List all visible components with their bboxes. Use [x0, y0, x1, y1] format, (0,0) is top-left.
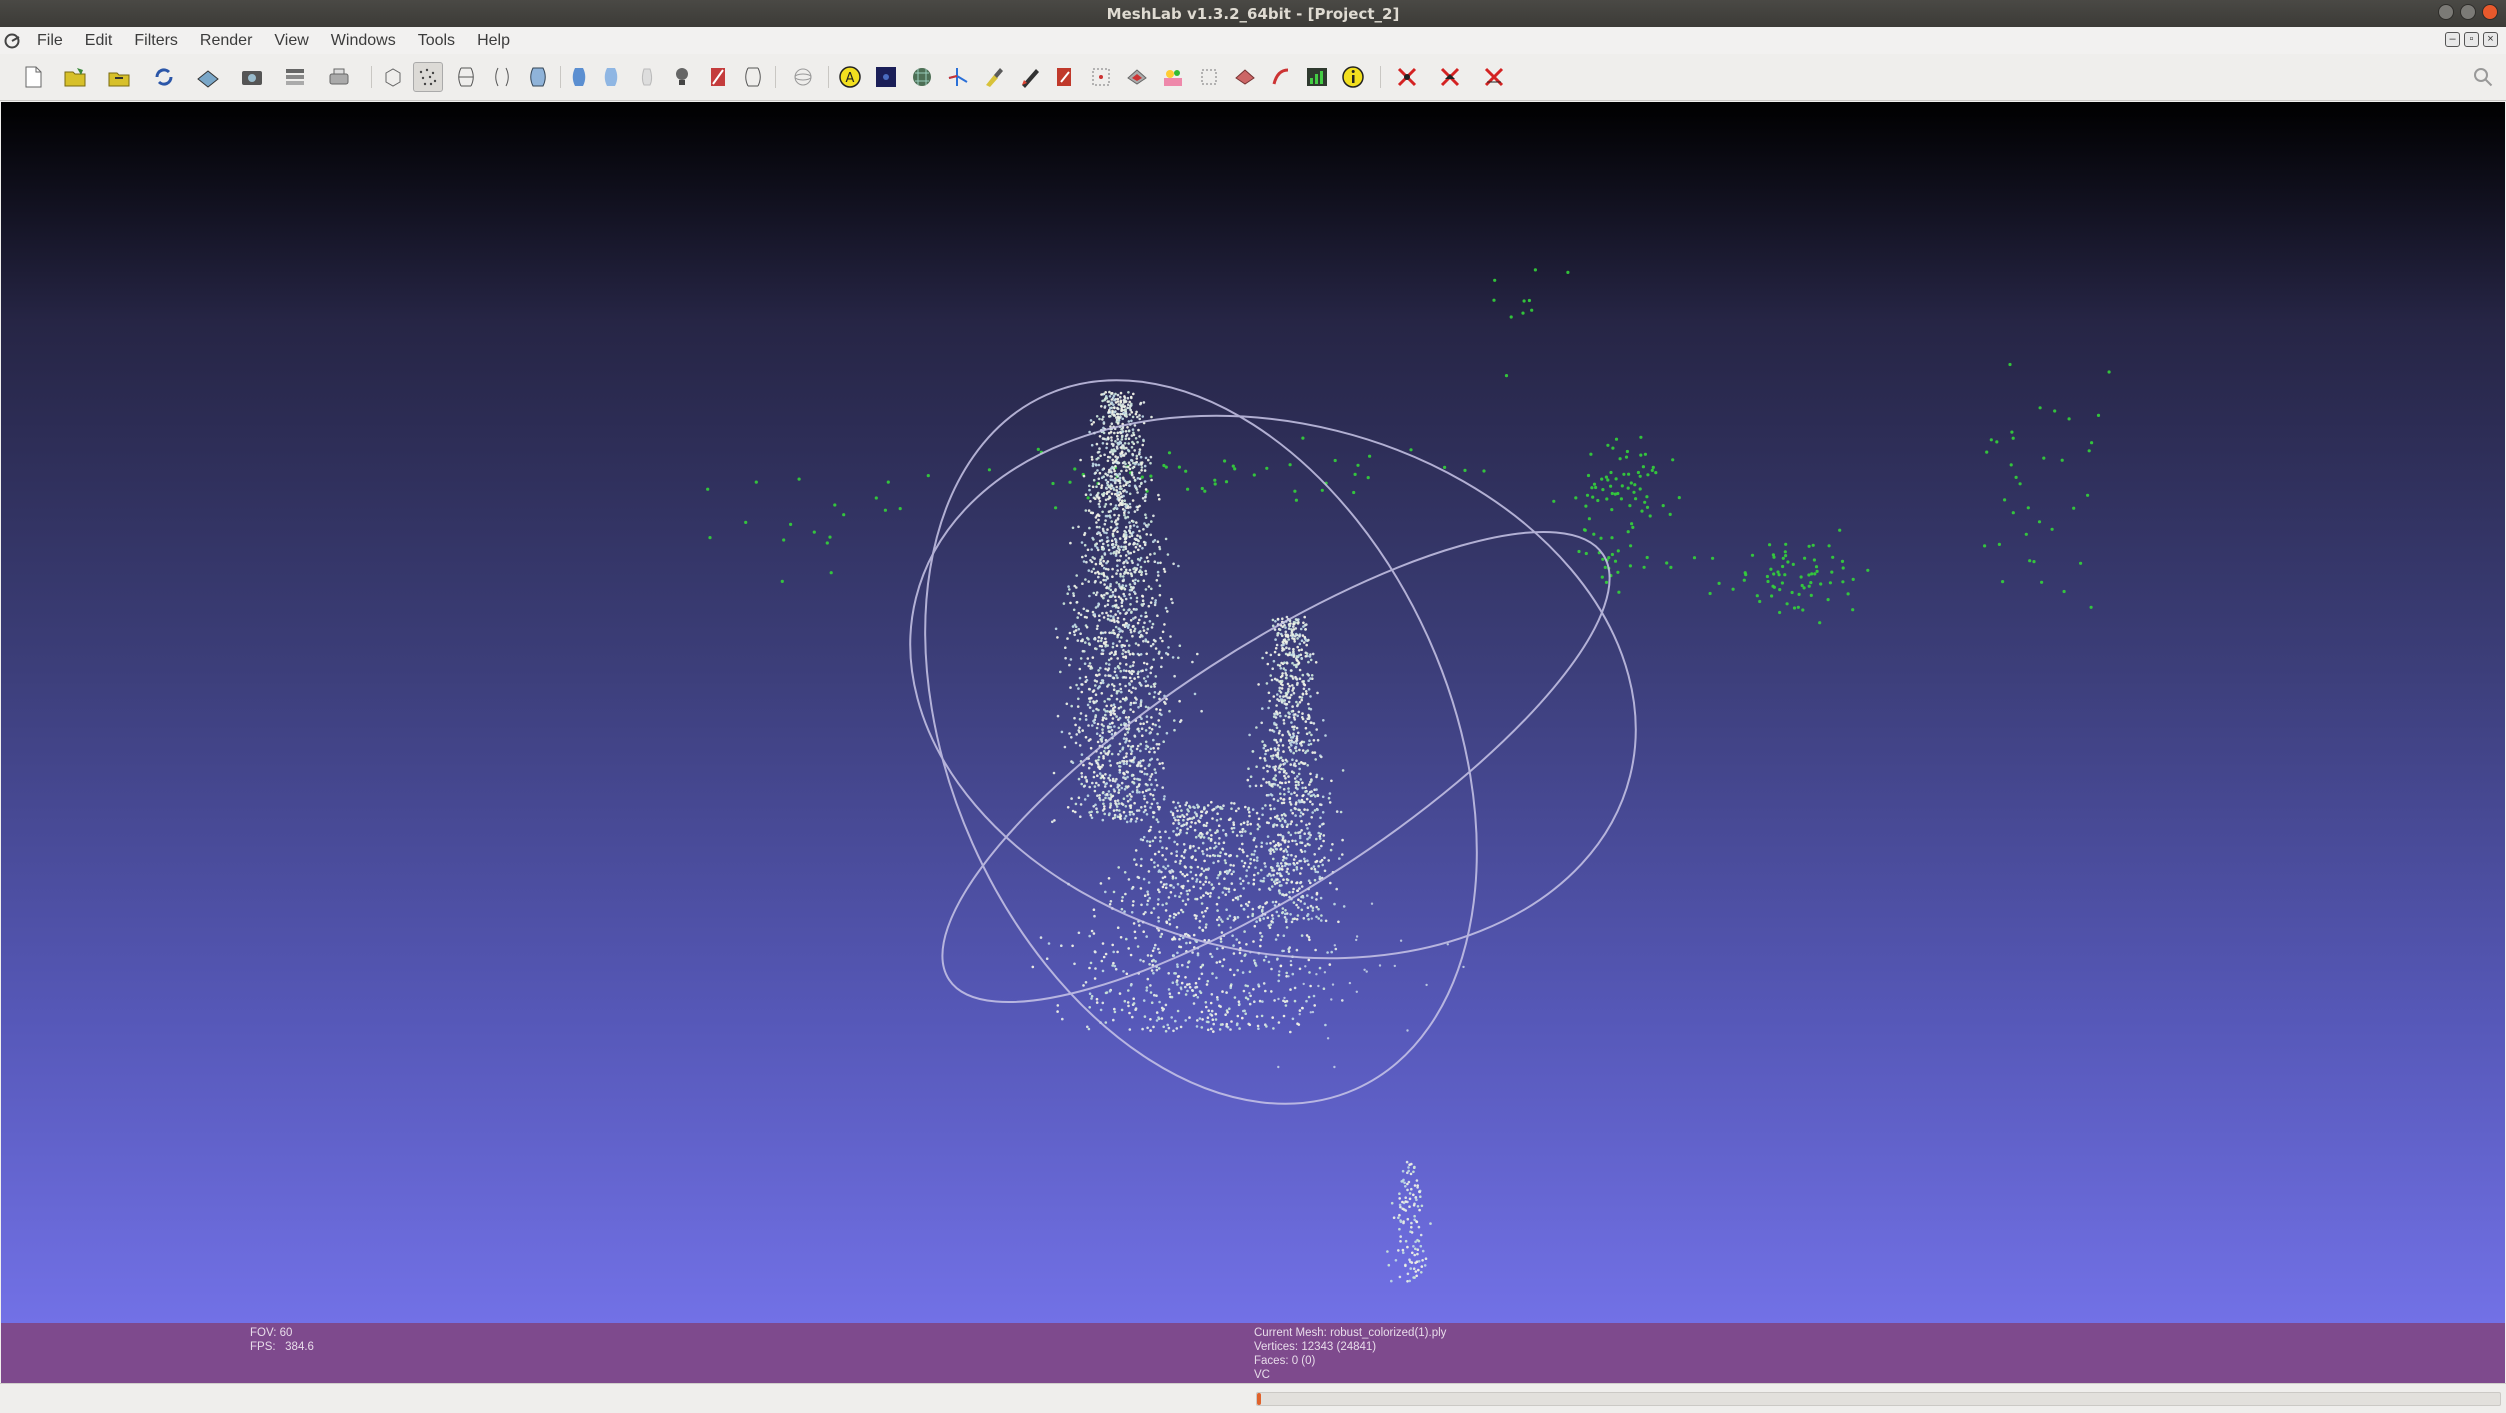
vertices-label: Vertices: [1254, 1341, 1299, 1353]
pencil-icon[interactable] [1017, 64, 1043, 90]
maximize-button[interactable] [2460, 4, 2476, 20]
delete-faces-icon[interactable] [1437, 64, 1463, 90]
annotation-icon[interactable]: A [837, 64, 863, 90]
mdi-close-button[interactable]: × [2483, 32, 2498, 47]
light-icon[interactable] [669, 64, 695, 90]
wireframe-icon[interactable] [453, 64, 479, 90]
delete-vertices-icon[interactable] [1394, 64, 1420, 90]
hidden-lines-icon[interactable] [489, 64, 515, 90]
menu-edit[interactable]: Edit [74, 32, 124, 50]
search-icon[interactable] [2472, 66, 2494, 88]
print-icon[interactable] [326, 64, 352, 90]
mdi-controls: – ▫ × [2445, 32, 2498, 47]
info-overlay-bar: FOV: 60 FPS: 384.6 Current Mesh: robust_… [1, 1323, 2505, 1383]
paint-icon[interactable] [981, 64, 1007, 90]
fov-value: 60 [279, 1327, 293, 1339]
points-icon[interactable] [413, 62, 443, 92]
svg-text:A: A [846, 71, 855, 86]
new-project-icon[interactable] [20, 64, 46, 90]
view-info: FOV: 60 FPS: 384.6 [250, 1326, 314, 1354]
fov-label: FOV: [250, 1327, 277, 1339]
current-mesh-label: Current Mesh: [1254, 1327, 1327, 1339]
window-controls [2438, 4, 2498, 20]
quality-map-icon[interactable] [1268, 64, 1294, 90]
trackball-gizmo[interactable] [818, 293, 1694, 1191]
toolbar-separator [775, 66, 776, 88]
measure-icon[interactable] [945, 64, 971, 90]
window-titlebar: MeshLab v1.3.2_64bit - [Project_2] [0, 0, 2506, 27]
menu-bar: File Edit Filters Render View Windows To… [0, 27, 2506, 54]
info-icon[interactable] [1340, 64, 1366, 90]
toolbar-separator [1380, 66, 1381, 88]
select-faces-icon[interactable] [1124, 64, 1150, 90]
trackball-ring-horizontal[interactable] [852, 342, 1694, 1032]
raster-icon[interactable] [873, 64, 899, 90]
current-mesh-value: robust_colorized(1).ply [1330, 1327, 1447, 1339]
vertex-color-label: VC [1254, 1369, 1270, 1381]
faces-label: Faces: [1254, 1355, 1289, 1367]
close-button[interactable] [2482, 4, 2498, 20]
menu-help[interactable]: Help [466, 32, 521, 50]
3d-viewport[interactable] [1, 102, 2505, 1323]
toolbar-separator [560, 66, 561, 88]
mdi-restore-button[interactable]: ▫ [2464, 32, 2479, 47]
menu-filters[interactable]: Filters [123, 32, 189, 50]
menu-render[interactable]: Render [189, 32, 263, 50]
main-toolbar: A [0, 54, 2506, 101]
double-side-icon[interactable] [740, 64, 766, 90]
status-bar [0, 1383, 2506, 1413]
mesh-info: Current Mesh: robust_colorized(1).ply Ve… [1254, 1326, 1446, 1382]
progress-fill [1257, 1393, 1261, 1405]
dense-point-cloud [1031, 390, 1465, 1283]
select-connected-icon[interactable] [1160, 64, 1186, 90]
progress-bar [1256, 1392, 2501, 1406]
color-picker-icon[interactable] [1052, 64, 1078, 90]
select-vertices-icon[interactable] [1088, 64, 1114, 90]
backface-icon[interactable] [705, 64, 731, 90]
texture-icon[interactable] [634, 64, 660, 90]
fps-label: FPS: [250, 1341, 276, 1353]
menu-tools[interactable]: Tools [407, 32, 466, 50]
smooth-shading-icon[interactable] [598, 64, 624, 90]
reload-icon[interactable] [151, 64, 177, 90]
layers-icon[interactable] [282, 64, 308, 90]
histogram-icon[interactable] [1304, 64, 1330, 90]
bounding-box-icon[interactable] [380, 64, 406, 90]
snapshot-icon[interactable] [239, 64, 265, 90]
menu-view[interactable]: View [263, 32, 319, 50]
vertices-value: 12343 (24841) [1301, 1341, 1377, 1353]
mdi-minimize-button[interactable]: – [2445, 32, 2460, 47]
fps-value: 384.6 [285, 1341, 314, 1353]
move-icon[interactable] [1196, 64, 1222, 90]
align-icon[interactable] [909, 64, 935, 90]
open-project-icon[interactable] [62, 64, 88, 90]
menu-windows[interactable]: Windows [320, 32, 407, 50]
toolbar-separator [828, 66, 829, 88]
export-mesh-icon[interactable] [195, 64, 221, 90]
import-mesh-icon[interactable] [106, 64, 132, 90]
trackball-icon[interactable] [790, 64, 816, 90]
point-cloud-scene[interactable] [1, 102, 2505, 1323]
delete-selected-icon[interactable] [1232, 64, 1258, 90]
menu-file[interactable]: File [26, 32, 74, 50]
flat-shading-icon[interactable] [566, 64, 592, 90]
sparse-green-points [706, 268, 2111, 625]
flat-lines-icon[interactable] [525, 64, 551, 90]
minimize-button[interactable] [2438, 4, 2454, 20]
toolbar-separator [371, 66, 372, 88]
window-title: MeshLab v1.3.2_64bit - [Project_2] [1106, 4, 1400, 23]
delete-all-icon[interactable] [1481, 64, 1507, 90]
faces-value: 0 (0) [1291, 1355, 1316, 1367]
meshlab-logo-icon [4, 33, 20, 48]
